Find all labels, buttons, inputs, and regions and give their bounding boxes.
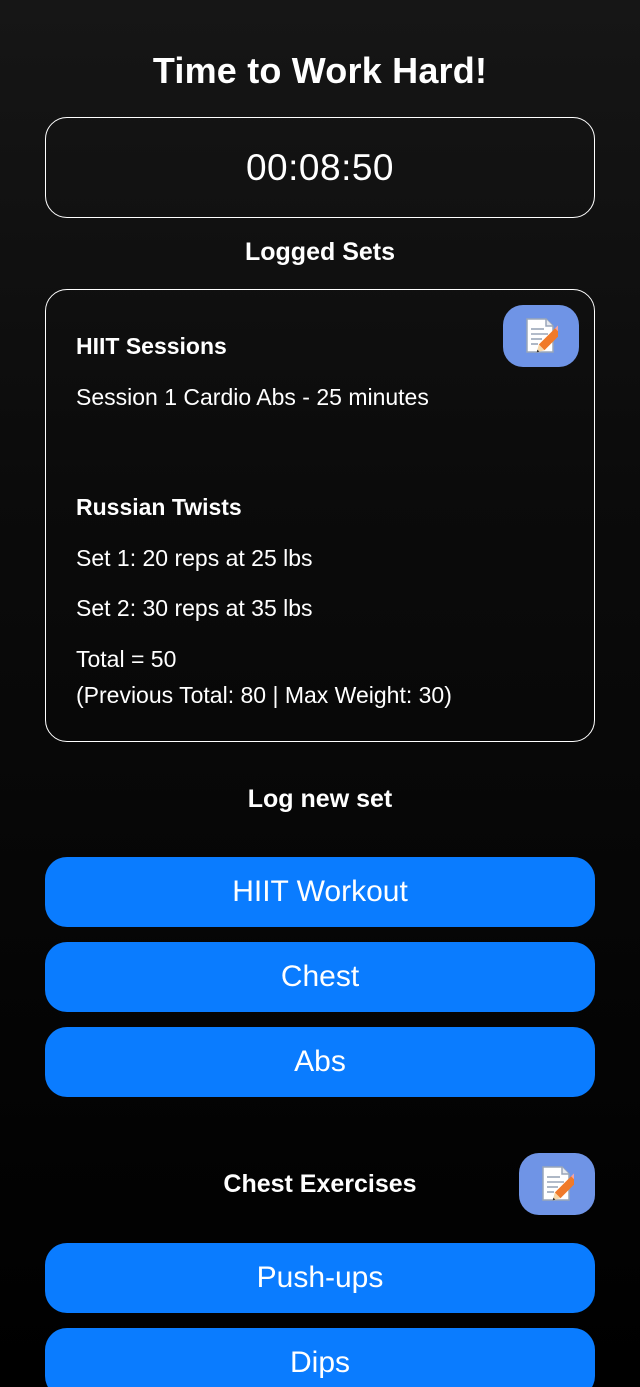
log-new-set-heading: Log new set <box>247 785 393 813</box>
logged-previous-total: (Previous Total: 80 | Max Weight: 30) <box>76 682 452 708</box>
logged-russian-twists-title: Russian Twists <box>76 494 242 520</box>
timer-value: 00:08:50 <box>245 146 395 188</box>
logged-hiit-title: HIIT Sessions <box>76 333 227 359</box>
memo-pencil-icon <box>526 318 558 353</box>
logged-sets-heading: Logged Sets <box>244 238 395 266</box>
page-title: Time to Work Hard! <box>152 50 488 91</box>
push-ups-button[interactable]: Push-ups <box>45 1243 595 1313</box>
hiit-workout-button[interactable]: HIIT Workout <box>45 857 595 927</box>
dips-button[interactable]: Dips <box>45 1328 595 1387</box>
timer-display: 00:08:50 <box>45 117 595 218</box>
edit-chest-exercises-button[interactable] <box>519 1153 595 1215</box>
chest-button[interactable]: Chest <box>45 942 595 1012</box>
edit-logged-sets-button[interactable] <box>503 305 579 367</box>
logged-total: Total = 50 <box>76 646 177 672</box>
logged-hiit-session: Session 1 Cardio Abs - 25 minutes <box>76 384 429 410</box>
abs-button[interactable]: Abs <box>45 1027 595 1097</box>
workout-screen: Time to Work Hard! 00:08:50 Logged Sets <box>0 0 640 1387</box>
memo-pencil-icon <box>542 1166 574 1201</box>
logged-set-2: Set 2: 30 reps at 35 lbs <box>76 595 313 621</box>
logged-set-1: Set 1: 20 reps at 25 lbs <box>76 545 313 571</box>
logged-sets-card: HIIT Sessions Session 1 Cardio Abs - 25 … <box>45 289 595 742</box>
